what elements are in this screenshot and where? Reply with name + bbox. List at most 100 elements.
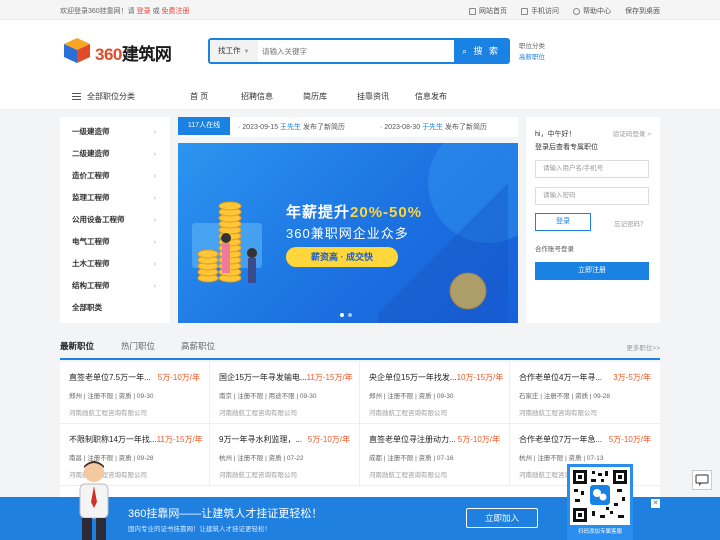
top-register-link[interactable]: 免费注册	[162, 8, 190, 15]
forgot-password-link[interactable]: 忘记密码？	[614, 218, 647, 228]
banner-headline-b: 20%-50%	[350, 204, 423, 221]
job-meta: 郑州 | 注册不限 | 资质 | 09-30	[369, 393, 454, 400]
nav-home[interactable]: 首 页	[190, 91, 208, 102]
job-card[interactable]: 直签老单位寻注册动力... 5万-10万/年 成都 | 注册不限 | 资质 | 0…	[360, 424, 510, 486]
category-label: 监理工程师	[72, 193, 110, 202]
welcome-prefix: 欢迎登录360挂靠网！请	[60, 8, 135, 15]
ticker-message[interactable]: · 2023-08-30 于先生 发布了新简历	[380, 122, 487, 132]
job-salary: 5万-10万/年	[157, 373, 200, 382]
mobile-link-label: 手机访问	[531, 8, 559, 15]
job-company: 河南勋航工程咨询有限公司	[519, 410, 597, 417]
job-card[interactable]: 国企15万一年寻发输电... 11万-15万/年 南京 | 注册不限 | 用途不限…	[210, 362, 360, 424]
all-categories-toggle[interactable]: 全部职位分类	[72, 91, 135, 102]
or-text: 或	[152, 8, 160, 15]
register-button[interactable]: 立即注册	[535, 262, 649, 280]
help-link[interactable]: 帮助中心	[573, 6, 611, 16]
code-login-link[interactable]: 验证码登录 >	[613, 128, 651, 138]
job-salary: 10万-15万/年	[456, 373, 504, 382]
mobile-link[interactable]: 手机访问	[521, 6, 559, 16]
qr-code-image	[570, 467, 630, 525]
job-meta: 成都 | 注册不限 | 资质 | 07-16	[369, 455, 454, 462]
carousel-dot[interactable]	[340, 313, 344, 317]
top-login-link[interactable]: 登录	[137, 8, 151, 15]
promo-banner[interactable]: 年薪提升20%-50% 360兼职网企业众多 薪资高 · 成交快	[178, 143, 518, 323]
job-category-link[interactable]: 职位分类	[519, 41, 545, 52]
job-meta: 郑州 | 注册不限 | 资质 | 09-30	[69, 393, 154, 400]
job-salary: 11万-15万/年	[156, 435, 203, 444]
search-input[interactable]	[262, 43, 452, 59]
login-lead: 登录后查看专属职位	[535, 144, 598, 151]
search-type-select[interactable]: 找工作 ▼	[210, 40, 258, 62]
high-salary-link[interactable]: 高薪职位	[519, 52, 545, 63]
chevron-right-icon: ›	[153, 281, 157, 290]
job-company: 河南勋航工程咨询有限公司	[369, 410, 447, 417]
category-label: 土木工程师	[72, 259, 110, 268]
category-item[interactable]: 结构工程师 ›	[60, 275, 170, 297]
banner-subtitle: 360兼职网企业众多	[286, 226, 409, 241]
nav-news[interactable]: 挂靠资讯	[357, 91, 389, 102]
tab-latest[interactable]: 最新职位	[60, 340, 94, 352]
job-card[interactable]: 央企单位15万一年找发... 10万-15万/年 郑州 | 注册不限 | 资质 |…	[360, 362, 510, 424]
job-salary: 3万-5万/年	[613, 373, 651, 382]
home-link[interactable]: 网站首页	[469, 6, 507, 16]
job-title: 不限制职称14万一年找...	[69, 435, 157, 444]
ticker-action: 发布了新简历	[303, 124, 345, 131]
nav-resumes[interactable]: 简历库	[303, 91, 327, 102]
save-desktop-link[interactable]: 保存到桌面	[625, 6, 660, 16]
job-card[interactable]: 直签老单位7.5万一年... 5万-10万/年 郑州 | 注册不限 | 资质 | …	[60, 362, 210, 424]
job-salary: 5万-10万/年	[307, 435, 350, 444]
partner-login-link[interactable]: 合作账号登录	[535, 243, 574, 253]
category-item[interactable]: 二级建造师 ›	[60, 143, 170, 165]
tab-hot[interactable]: 热门职位	[121, 340, 155, 352]
password-field[interactable]: 请输入密码	[535, 187, 649, 205]
category-label: 公用设备工程师	[72, 215, 125, 224]
main-nav: 全部职位分类 首 页 招聘信息 简历库 挂靠资讯 信息发布	[0, 82, 720, 110]
top-links: 网站首页 手机访问 帮助中心 保存到桌面	[469, 6, 660, 16]
chat-button[interactable]	[692, 470, 712, 490]
carousel-dot[interactable]	[348, 313, 352, 317]
more-jobs-link[interactable]: 更多职位>>	[626, 342, 660, 352]
search-button[interactable]: ⌕ 搜 索	[454, 40, 508, 62]
category-label: 电气工程师	[72, 237, 110, 246]
footer-slogan: 360挂靠网——让建筑人才挂证更轻松！	[128, 508, 323, 520]
job-title: 国企15万一年寻发输电...	[219, 373, 307, 382]
category-menu: 一级建造师 › 二级建造师 › 造价工程师 › 监理工程师 › 公用设备工程师 › 电气工…	[60, 117, 170, 323]
header: 360建筑网 找工作▼ ⌕ 搜 索 职位分类 高薪职位	[0, 20, 720, 82]
category-item[interactable]: 造价工程师 ›	[60, 165, 170, 187]
logo-num: 360	[95, 45, 122, 64]
search-type-label: 找工作	[218, 46, 241, 55]
category-item[interactable]: 电气工程师 ›	[60, 231, 170, 253]
menu-icon	[72, 93, 81, 100]
banner-pill: 薪资高 · 成交快	[286, 247, 398, 267]
join-now-button[interactable]: 立即加入	[466, 508, 538, 528]
qr-code-icon	[573, 470, 627, 522]
job-card[interactable]: 合作老单位4万一年寻... 3万-5万/年 石家庄 | 注册不限 | 资质 | 0…	[510, 362, 660, 424]
category-label: 结构工程师	[72, 281, 110, 290]
ticker-message[interactable]: · 2023-09-15 王先生 发布了新简历	[238, 122, 345, 132]
category-item[interactable]: 监理工程师 ›	[60, 187, 170, 209]
chevron-right-icon: ›	[153, 171, 157, 180]
job-meta: 石家庄 | 注册不限 | 资质 | 09-28	[519, 393, 611, 400]
close-icon[interactable]: ✕	[651, 499, 660, 508]
category-item[interactable]: 一级建造师 ›	[60, 121, 170, 143]
username-field[interactable]: 请输入用户名/手机号	[535, 160, 649, 178]
chevron-right-icon: ›	[153, 149, 157, 158]
search-box: 找工作▼ ⌕ 搜 索	[208, 38, 510, 64]
top-bar: 欢迎登录360挂靠网！请 登录 或 免费注册 网站首页 手机访问 帮助中心 保存…	[0, 0, 720, 20]
chevron-right-icon: ›	[153, 215, 157, 224]
job-company: 河南勋航工程咨询有限公司	[219, 472, 297, 479]
tab-high-salary[interactable]: 高薪职位	[181, 340, 215, 352]
category-item[interactable]: 全部职类	[60, 297, 170, 319]
site-logo[interactable]: 360建筑网	[62, 35, 182, 67]
job-title: 合作老单位4万一年寻...	[519, 373, 603, 382]
qr-code-panel: 扫码添加专属客服	[567, 464, 633, 540]
category-item[interactable]: 公用设备工程师 ›	[60, 209, 170, 231]
chevron-down-icon: ▼	[243, 49, 250, 55]
category-item[interactable]: 土木工程师 ›	[60, 253, 170, 275]
login-button[interactable]: 登录	[535, 213, 591, 231]
nav-publish[interactable]: 信息发布	[415, 91, 447, 102]
nav-jobs[interactable]: 招聘信息	[241, 91, 273, 102]
ticker-date: 2023-08-30	[384, 124, 421, 131]
footer-subtitle: 国内专业的证书挂靠网！让建筑人才挂证更轻松！	[128, 526, 271, 533]
job-card[interactable]: 9万一年寻水利监理，... 5万-10万/年 杭州 | 注册不限 | 资质 | 0…	[210, 424, 360, 486]
